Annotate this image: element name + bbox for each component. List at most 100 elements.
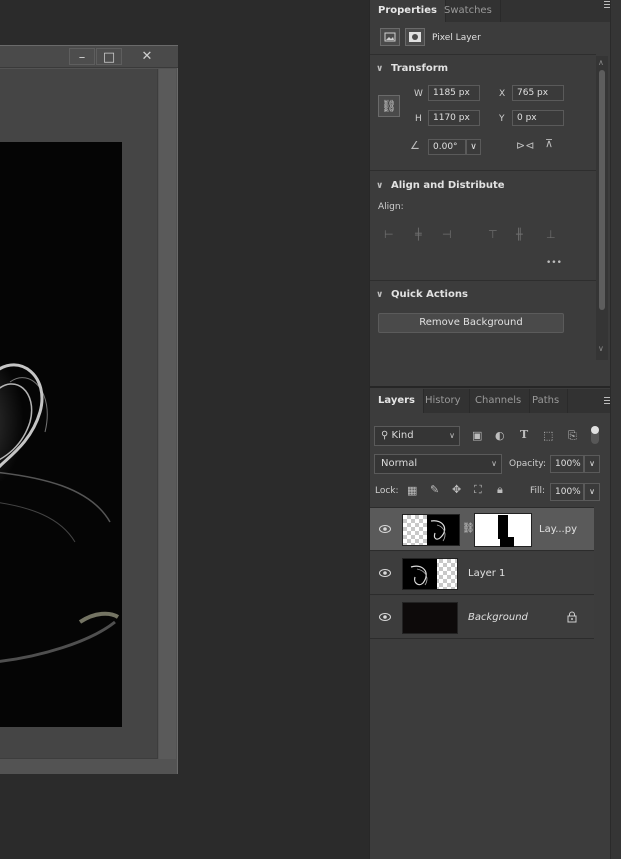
scrollbar-thumb[interactable]: [599, 70, 605, 310]
chevron-down-icon: ∨: [589, 459, 595, 468]
layer-name[interactable]: Lay...py: [539, 524, 577, 535]
w-label: W: [414, 89, 423, 99]
y-field[interactable]: 0 px: [512, 110, 564, 126]
document-canvas-area[interactable]: [0, 69, 158, 759]
lock-transparent-icon[interactable]: ▦: [407, 484, 417, 497]
layer-row[interactable]: ⛓ Lay...py: [370, 508, 594, 551]
fill-label: Fill:: [530, 486, 546, 496]
tab-history[interactable]: History: [417, 389, 470, 413]
flip-vertical-icon[interactable]: ⊼: [545, 137, 553, 150]
link-icon[interactable]: ⛓: [378, 95, 400, 117]
divider: [370, 170, 596, 171]
document-titlebar[interactable]: – □ ✕: [0, 46, 178, 68]
align-left-icon[interactable]: ⊢: [384, 228, 394, 241]
smoke-artwork: [0, 362, 120, 663]
align-header[interactable]: ∨ Align and Distribute: [376, 180, 505, 191]
close-button[interactable]: ✕: [134, 48, 160, 65]
maximize-icon: □: [102, 50, 116, 65]
lock-icon: [567, 611, 577, 623]
document-window: – □ ✕: [0, 45, 178, 774]
layer-thumbnail[interactable]: [402, 558, 458, 590]
align-bottom-icon[interactable]: ⊥: [546, 228, 556, 241]
angle-icon: ∠: [410, 139, 420, 152]
chevron-down-icon: ∨: [491, 459, 497, 468]
more-options-icon[interactable]: •••: [546, 258, 562, 268]
filter-smart-object-icon[interactable]: ⎘: [568, 429, 577, 443]
properties-tabbar: Properties Swatches: [370, 0, 611, 22]
y-label: Y: [499, 114, 505, 124]
visibility-eye-icon[interactable]: [379, 567, 391, 579]
layer-name[interactable]: Layer 1: [468, 568, 505, 579]
layer-row[interactable]: Background: [370, 596, 594, 639]
mask-link-icon[interactable]: ⛓: [462, 523, 475, 534]
remove-background-button[interactable]: Remove Background: [378, 313, 564, 333]
align-label: Align:: [378, 202, 404, 212]
quick-actions-header[interactable]: ∨ Quick Actions: [376, 289, 468, 300]
layer-name[interactable]: Background: [468, 612, 528, 623]
filter-type-icon[interactable]: T: [520, 428, 528, 441]
opacity-dropdown[interactable]: ∨: [584, 455, 600, 473]
layer-thumbnail[interactable]: [402, 514, 460, 546]
properties-scrollbar[interactable]: ∧ ∨: [596, 56, 608, 360]
filter-toggle[interactable]: [591, 426, 599, 444]
tab-channels[interactable]: Channels: [467, 389, 531, 413]
visibility-eye-icon[interactable]: [379, 611, 391, 623]
chevron-down-icon: ∨: [376, 181, 384, 191]
fill-field[interactable]: 100%: [550, 483, 584, 501]
lock-position-icon[interactable]: ✥: [452, 483, 461, 496]
filter-shape-icon[interactable]: ⬚: [543, 429, 553, 442]
filter-pixel-icon[interactable]: ▣: [472, 429, 482, 442]
fill-dropdown[interactable]: ∨: [584, 483, 600, 501]
scroll-down-icon[interactable]: ∨: [598, 344, 604, 353]
lock-all-icon[interactable]: 🔒︎: [497, 483, 503, 497]
layer-type-label: Pixel Layer: [432, 33, 481, 43]
search-icon: ⚲: [381, 430, 392, 441]
width-field[interactable]: 1185 px: [428, 85, 480, 101]
lock-artboard-icon[interactable]: ⛶: [474, 483, 482, 497]
height-field[interactable]: 1170 px: [428, 110, 480, 126]
opacity-field[interactable]: 100%: [550, 455, 584, 473]
layers-tabbar: Layers History Channels Paths: [370, 389, 611, 413]
panel-column: Properties Swatches Pixel Layer ∨ Transfo…: [369, 0, 621, 859]
layer-row[interactable]: Layer 1: [370, 552, 594, 595]
transform-header[interactable]: ∨ Transform: [376, 63, 448, 74]
angle-field[interactable]: 0.00°: [428, 139, 466, 155]
document-vertical-scrollbar[interactable]: [159, 69, 176, 759]
opacity-label: Opacity:: [509, 459, 546, 469]
align-right-icon[interactable]: ⊣: [442, 228, 452, 241]
layer-list: ⛓ Lay...py Layer 1 Background: [370, 507, 594, 639]
chevron-down-icon: ∨: [589, 487, 595, 496]
filter-kind-select[interactable]: ⚲ Kind ∨: [374, 426, 460, 446]
flip-horizontal-icon[interactable]: ⊳⊲: [516, 139, 534, 152]
visibility-eye-icon[interactable]: [379, 523, 391, 535]
canvas-image[interactable]: [0, 142, 122, 727]
tab-properties[interactable]: Properties: [370, 0, 446, 22]
mask-icon[interactable]: [405, 28, 425, 46]
tab-swatches[interactable]: Swatches: [436, 0, 501, 22]
tab-paths[interactable]: Paths: [524, 389, 569, 413]
align-top-icon[interactable]: ⊤: [488, 228, 498, 241]
align-horizontal-center-icon[interactable]: ╪: [415, 228, 422, 241]
maximize-button[interactable]: □: [96, 48, 122, 65]
lock-image-icon[interactable]: ✎: [430, 483, 439, 496]
scroll-up-icon[interactable]: ∧: [598, 58, 604, 67]
filter-adjustment-icon[interactable]: ◐: [495, 429, 505, 442]
chevron-down-icon: ∨: [470, 142, 477, 152]
panel-column-scrollbar[interactable]: [610, 0, 621, 859]
lock-label: Lock:: [375, 486, 399, 496]
divider: [370, 280, 596, 281]
h-label: H: [415, 114, 422, 124]
pixel-layer-icon: [380, 28, 400, 46]
blend-mode-select[interactable]: Normal ∨: [374, 454, 502, 474]
angle-dropdown[interactable]: ∨: [466, 139, 481, 155]
align-vertical-center-icon[interactable]: ╫: [516, 228, 523, 241]
minimize-button[interactable]: –: [69, 48, 95, 65]
layer-mask-thumbnail[interactable]: [474, 513, 532, 547]
chevron-down-icon: ∨: [449, 431, 455, 440]
divider: [370, 54, 596, 55]
x-field[interactable]: 765 px: [512, 85, 564, 101]
tab-layers[interactable]: Layers: [370, 389, 424, 413]
layer-thumbnail[interactable]: [402, 602, 458, 634]
minimize-icon: –: [78, 50, 86, 65]
panel-separator[interactable]: [370, 386, 621, 388]
